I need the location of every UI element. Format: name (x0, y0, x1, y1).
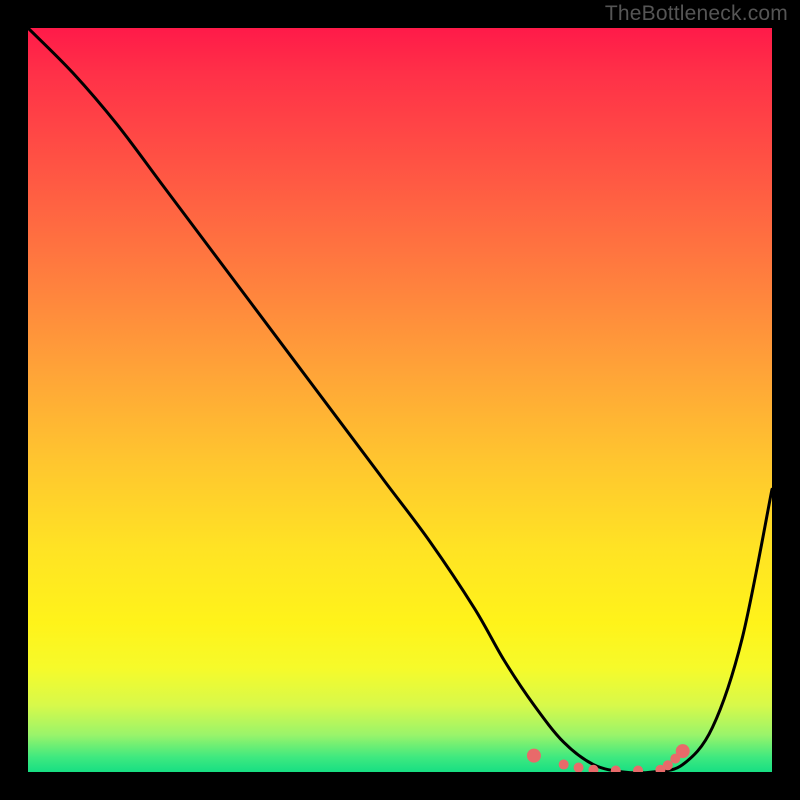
chart-frame: TheBottleneck.com (0, 0, 800, 800)
watermark-text: TheBottleneck.com (605, 2, 788, 26)
plot-area (28, 28, 772, 772)
gradient-background (28, 28, 772, 772)
